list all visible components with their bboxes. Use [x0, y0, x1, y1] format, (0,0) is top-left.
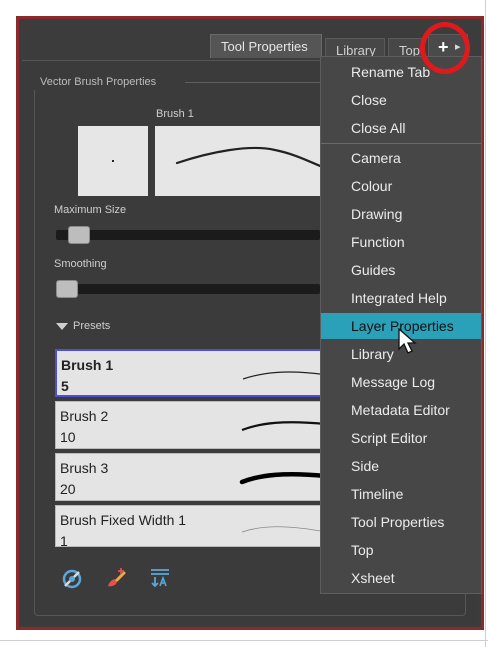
annotation-circle [420, 22, 470, 74]
menu-item-colour[interactable]: Colour [321, 173, 481, 199]
brush-tip-dot [112, 160, 114, 162]
preset-brush-1[interactable]: Brush 1 5 [55, 349, 327, 397]
smoothing-slider-track[interactable] [56, 284, 320, 294]
menu-item-tool-properties[interactable]: Tool Properties [321, 509, 481, 535]
group-divider [185, 82, 325, 83]
preset-stroke-thumbnail [241, 526, 326, 533]
add-view-menu: Rename Tab Close Close All Camera Colour… [320, 56, 482, 594]
preset-brush-3[interactable]: Brush 3 20 [55, 453, 326, 501]
preset-size: 5 [61, 378, 69, 394]
menu-item-script-editor[interactable]: Script Editor [321, 425, 481, 451]
group-title: Vector Brush Properties [40, 76, 157, 88]
smoothing-label: Smoothing [54, 258, 107, 270]
preset-size: 20 [60, 481, 76, 497]
menu-item-side[interactable]: Side [321, 453, 481, 479]
brush-tip-preview [78, 126, 148, 196]
mouse-cursor-icon [398, 328, 417, 354]
preset-brush-2[interactable]: Brush 2 10 [55, 401, 326, 449]
menu-item-timeline[interactable]: Timeline [321, 481, 481, 507]
menu-separator [321, 143, 481, 144]
preset-brush-fixed-width-1[interactable]: Brush Fixed Width 1 1 [55, 505, 326, 549]
preset-name: Brush 3 [60, 460, 109, 476]
menu-item-top[interactable]: Top [321, 537, 481, 563]
menu-item-message-log[interactable]: Message Log [321, 369, 481, 395]
triangle-down-icon [56, 322, 68, 330]
menu-item-guides[interactable]: Guides [321, 257, 481, 283]
new-brush-icon[interactable] [104, 566, 128, 590]
preset-name: Brush Fixed Width 1 [60, 512, 187, 528]
preset-stroke-thumbnail [241, 421, 326, 432]
tab-tool-properties[interactable]: Tool Properties [210, 34, 322, 58]
presets-label: Presets [73, 320, 111, 332]
brush-stroke-preview [155, 126, 327, 196]
maximum-size-slider-thumb[interactable] [68, 226, 91, 244]
maximum-size-label: Maximum Size [54, 204, 127, 216]
brush-name-label: Brush 1 [156, 108, 194, 120]
import-export-icon[interactable] [148, 566, 172, 590]
presets-toggle[interactable]: Presets [56, 320, 110, 332]
menu-item-integrated-help[interactable]: Integrated Help [321, 285, 481, 311]
smoothing-slider-thumb[interactable] [56, 280, 78, 298]
preset-name: Brush 2 [60, 408, 109, 424]
preset-size: 1 [60, 533, 68, 549]
menu-item-function[interactable]: Function [321, 229, 481, 255]
menu-item-xsheet[interactable]: Xsheet [321, 565, 481, 591]
create-preset-icon[interactable] [60, 566, 84, 590]
preset-size: 10 [60, 429, 76, 445]
stroke-preview-curve [175, 146, 327, 170]
right-divider [485, 0, 486, 647]
menu-item-metadata-editor[interactable]: Metadata Editor [321, 397, 481, 423]
preset-stroke-thumbnail [239, 471, 326, 485]
menu-item-close-all[interactable]: Close All [321, 115, 481, 141]
preset-stroke-thumbnail [242, 371, 327, 380]
menu-item-camera[interactable]: Camera [321, 145, 481, 171]
bottom-divider [0, 640, 488, 641]
preset-name: Brush 1 [61, 357, 114, 373]
menu-item-drawing[interactable]: Drawing [321, 201, 481, 227]
menu-item-close[interactable]: Close [321, 87, 481, 113]
maximum-size-slider-track[interactable] [56, 230, 320, 240]
